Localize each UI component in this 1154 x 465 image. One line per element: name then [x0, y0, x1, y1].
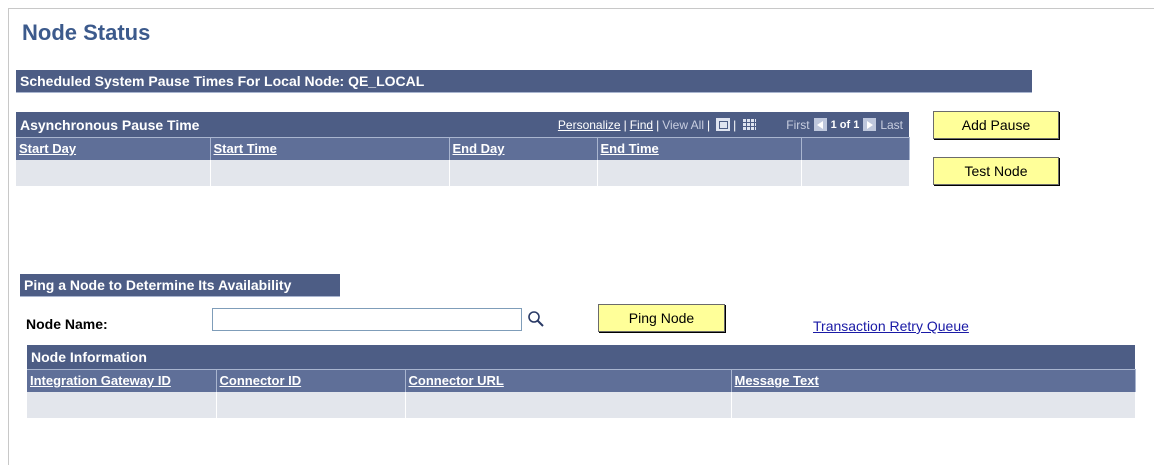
transaction-retry-queue-link[interactable]: Transaction Retry Queue	[813, 318, 969, 334]
ping-section-header: Ping a Node to Determine Its Availabilit…	[20, 274, 340, 297]
async-grid-header: Asynchronous Pause Time Personalize | Fi…	[16, 112, 909, 137]
col-end-day[interactable]: End Day	[449, 137, 598, 160]
table-row	[27, 391, 1136, 418]
pager-count: 1 of 1	[830, 118, 860, 131]
scheduled-pause-title: Scheduled System Pause Times For Local N…	[20, 73, 425, 89]
frame-top-border	[8, 8, 1154, 9]
col-empty	[801, 137, 910, 160]
col-connector-url[interactable]: Connector URL	[405, 369, 732, 392]
add-pause-button[interactable]: Add Pause	[933, 111, 1059, 139]
col-integration-gateway-id[interactable]: Integration Gateway ID	[27, 369, 217, 392]
view-all-link[interactable]: View All	[662, 118, 704, 132]
next-arrow-icon[interactable]	[863, 118, 877, 131]
node-info-header: Node Information	[27, 345, 1135, 369]
ping-section-title: Ping a Node to Determine Its Availabilit…	[24, 277, 292, 293]
col-connector-id[interactable]: Connector ID	[216, 369, 406, 392]
node-information-grid: Node Information Integration Gateway ID …	[27, 345, 1136, 418]
find-link[interactable]: Find	[630, 118, 653, 132]
scheduled-pause-header: Scheduled System Pause Times For Local N…	[16, 70, 1032, 93]
first-label: First	[786, 117, 810, 132]
prev-arrow-icon[interactable]	[813, 118, 827, 131]
spreadsheet-icon[interactable]	[742, 118, 757, 131]
grid-navigation: Personalize | Find | View All | | First …	[557, 117, 903, 132]
col-start-time[interactable]: Start Time	[210, 137, 450, 160]
col-message-text[interactable]: Message Text	[731, 369, 1136, 392]
node-name-label: Node Name:	[26, 316, 108, 332]
node-name-input[interactable]	[212, 308, 522, 331]
ping-node-button[interactable]: Ping Node	[598, 304, 725, 332]
node-info-title: Node Information	[31, 349, 147, 365]
zoom-icon[interactable]	[716, 118, 731, 131]
table-row	[16, 159, 910, 186]
personalize-link[interactable]: Personalize	[558, 118, 621, 132]
frame-left-border	[8, 8, 9, 465]
async-grid-column-headers: Start Day Start Time End Day End Time	[16, 137, 910, 160]
last-label: Last	[880, 117, 903, 132]
node-info-table: Integration Gateway ID Connector ID Conn…	[27, 369, 1136, 418]
async-grid-table: Start Day Start Time End Day End Time	[16, 137, 910, 186]
node-info-column-headers: Integration Gateway ID Connector ID Conn…	[27, 369, 1136, 392]
magnifier-icon[interactable]	[527, 310, 545, 328]
page-title: Node Status	[22, 20, 151, 45]
col-end-time[interactable]: End Time	[597, 137, 802, 160]
test-node-button[interactable]: Test Node	[933, 157, 1059, 185]
async-grid-title: Asynchronous Pause Time	[20, 116, 200, 133]
col-start-day[interactable]: Start Day	[16, 137, 211, 160]
async-pause-grid: Asynchronous Pause Time Personalize | Fi…	[16, 112, 910, 186]
